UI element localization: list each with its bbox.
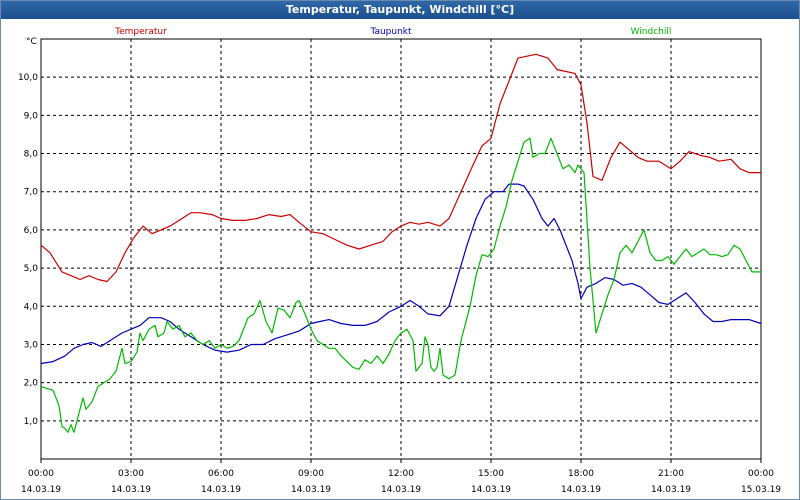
y-tick-label: 4,0 bbox=[24, 302, 39, 312]
legend: Temperatur Taupunkt Windchill bbox=[114, 27, 671, 37]
x-tick-time: 21:00 bbox=[658, 469, 684, 479]
x-tick-time: 09:00 bbox=[298, 469, 324, 479]
x-tick-time: 18:00 bbox=[568, 469, 594, 479]
line-chart: 1,0 2,0 3,0 4,0 5,0 6,0 7,0 8,0 9,0 10,0 00:00 14.… bbox=[18, 27, 781, 495]
y-tick-label: 6,0 bbox=[24, 226, 39, 236]
y-tick-label: 1,0 bbox=[24, 417, 39, 427]
y-tick-label: 10,0 bbox=[18, 73, 38, 83]
x-tick-date: 15.03.19 bbox=[741, 485, 781, 495]
x-tick-date: 14.03.19 bbox=[111, 485, 151, 495]
y-tick-label: 9,0 bbox=[24, 111, 39, 121]
y-tick-label: 3,0 bbox=[24, 340, 39, 350]
x-tick-date: 14.03.19 bbox=[471, 485, 511, 495]
x-axis: 00:00 14.03.19 03:00 14.03.19 06:00 14.03.19 0… bbox=[21, 459, 781, 495]
y-tick-label: 5,0 bbox=[24, 264, 39, 274]
chart-window: Temperatur, Taupunkt, Windchill [°C] 1,0… bbox=[0, 0, 800, 500]
x-tick-time: 00:00 bbox=[748, 469, 774, 479]
y-tick-label: 8,0 bbox=[24, 150, 39, 160]
x-tick-date: 14.03.19 bbox=[381, 485, 421, 495]
x-tick-time: 15:00 bbox=[478, 469, 504, 479]
x-tick-date: 14.03.19 bbox=[561, 485, 601, 495]
legend-temperatur: Temperatur bbox=[114, 27, 167, 37]
legend-taupunkt: Taupunkt bbox=[369, 27, 412, 37]
y-tick-label: 7,0 bbox=[24, 188, 39, 198]
x-tick-time: 03:00 bbox=[118, 469, 144, 479]
y-axis-label: °C bbox=[26, 37, 37, 47]
x-tick-date: 14.03.19 bbox=[651, 485, 691, 495]
window-title: Temperatur, Taupunkt, Windchill [°C] bbox=[1, 1, 799, 19]
legend-windchill: Windchill bbox=[631, 27, 672, 37]
y-tick-label: 2,0 bbox=[24, 379, 39, 389]
x-tick-time: 12:00 bbox=[388, 469, 414, 479]
x-tick-date: 14.03.19 bbox=[291, 485, 331, 495]
x-tick-date: 14.03.19 bbox=[201, 485, 241, 495]
y-axis: 1,0 2,0 3,0 4,0 5,0 6,0 7,0 8,0 9,0 10,0 bbox=[18, 73, 38, 427]
x-tick-time: 06:00 bbox=[208, 469, 234, 479]
x-tick-date: 14.03.19 bbox=[21, 485, 61, 495]
x-tick-time: 00:00 bbox=[28, 469, 54, 479]
